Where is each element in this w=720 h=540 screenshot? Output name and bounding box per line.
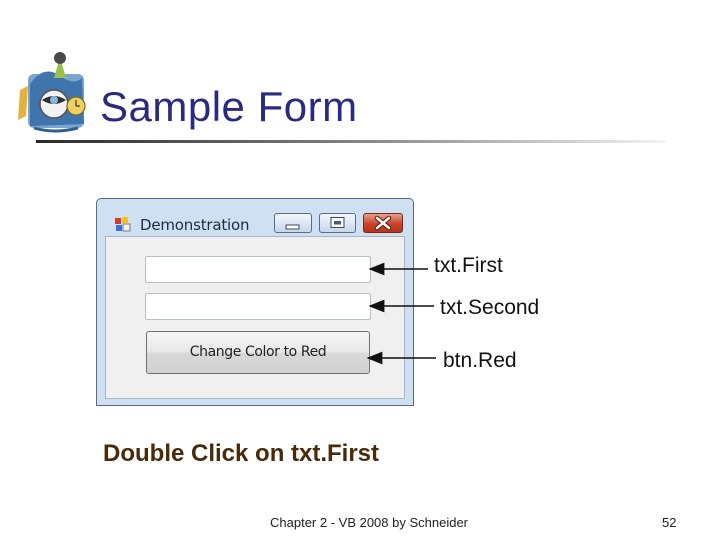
close-icon xyxy=(374,215,392,231)
label-txt-first: txt.First xyxy=(434,254,503,277)
slide-logo-art xyxy=(18,52,86,133)
window-title: Demonstration xyxy=(140,216,250,234)
txt-first-input[interactable] xyxy=(145,256,371,283)
title-divider xyxy=(36,140,666,143)
maximize-icon xyxy=(330,217,345,228)
demonstration-window: Demonstration Change Color to Red xyxy=(96,198,414,406)
slide-footer: Chapter 2 - VB 2008 by Schneider xyxy=(270,515,469,530)
slide-logo xyxy=(14,44,94,136)
minimize-button[interactable] xyxy=(274,213,312,233)
form-app-icon xyxy=(115,217,131,232)
txt-second-input[interactable] xyxy=(145,293,371,320)
minimize-icon xyxy=(285,224,300,230)
slide-title: Sample Form xyxy=(100,83,358,130)
form-client-area: Change Color to Red xyxy=(105,236,405,399)
window-titlebar[interactable]: Demonstration xyxy=(97,199,413,235)
maximize-button[interactable] xyxy=(319,213,356,233)
change-color-button[interactable]: Change Color to Red xyxy=(146,331,370,374)
page-number: 52 xyxy=(662,515,677,530)
label-btn-red: btn.Red xyxy=(443,349,517,372)
close-button[interactable] xyxy=(363,213,403,233)
label-txt-second: txt.Second xyxy=(440,296,540,319)
slide-caption: Double Click on txt.First xyxy=(103,440,380,467)
